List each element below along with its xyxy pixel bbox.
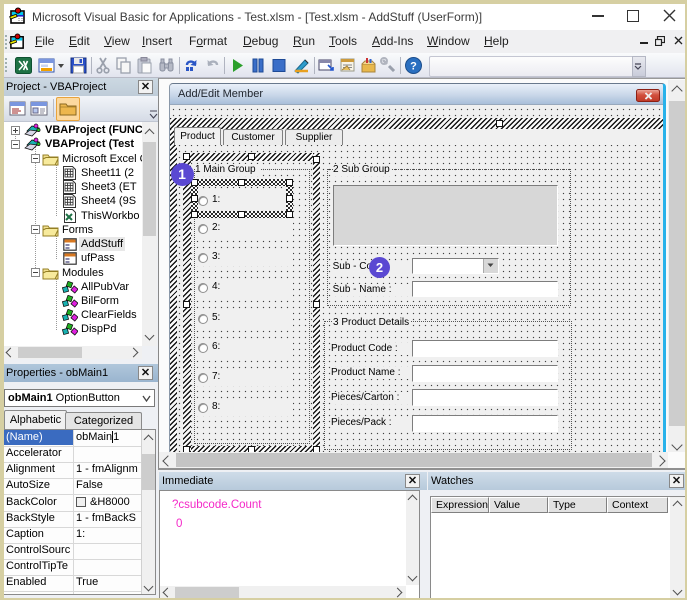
- svg-text:?: ?: [410, 61, 417, 73]
